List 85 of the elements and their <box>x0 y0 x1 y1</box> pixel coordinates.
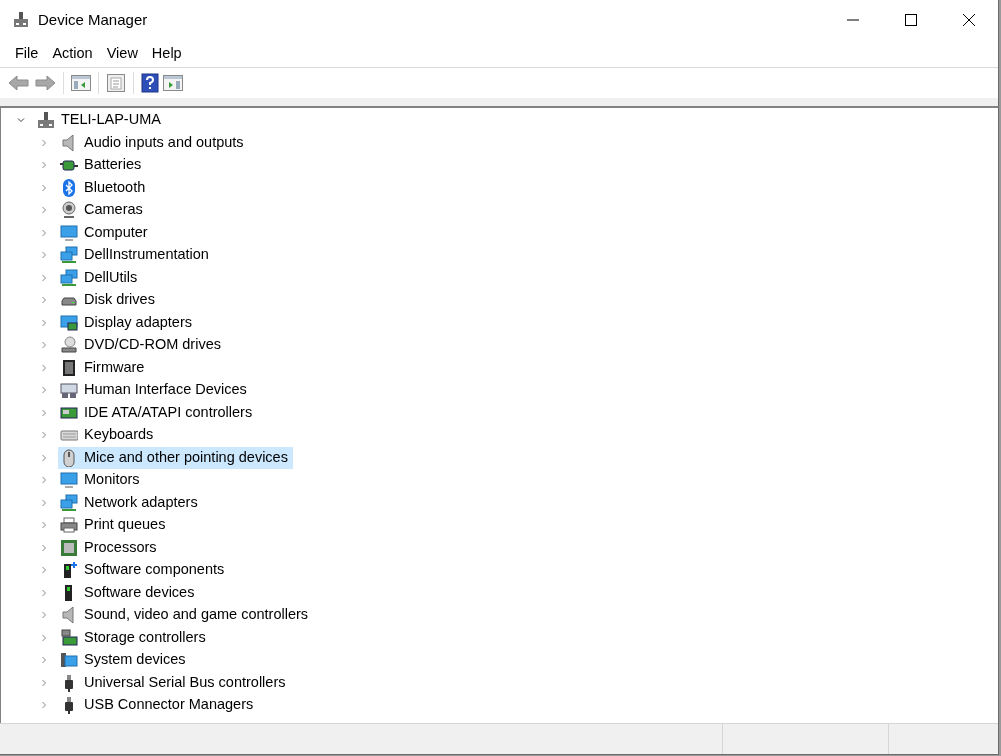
expand-chevron-icon[interactable] <box>40 386 48 395</box>
tree-item[interactable]: Print queues <box>58 514 171 537</box>
forward-arrow-icon[interactable] <box>34 74 56 92</box>
processor-icon <box>60 538 78 557</box>
tree-item[interactable]: IDE ATA/ATAPI controllers <box>58 401 258 424</box>
tree-item[interactable]: Software components <box>58 559 230 582</box>
tree-item[interactable]: TELI-LAP-UMA <box>35 109 166 132</box>
tree-item[interactable]: Keyboards <box>58 424 159 447</box>
bluetooth-icon <box>60 178 78 197</box>
monitor-icon <box>60 471 78 490</box>
expand-chevron-icon[interactable] <box>40 363 48 372</box>
expand-chevron-icon[interactable] <box>40 476 48 485</box>
tree-item[interactable]: USB Connector Managers <box>58 694 259 717</box>
menu-item[interactable]: Action <box>45 42 100 65</box>
network-icon <box>60 493 78 512</box>
expand-chevron-icon[interactable] <box>40 161 48 170</box>
tree-item[interactable]: Human Interface Devices <box>58 379 252 402</box>
help-icon[interactable] <box>141 73 159 93</box>
monitor-card-icon <box>60 313 78 332</box>
printer-icon <box>60 516 78 535</box>
expand-chevron-icon[interactable] <box>40 296 48 305</box>
tree-item[interactable]: Bluetooth <box>58 176 151 199</box>
expand-chevron-icon[interactable] <box>40 588 48 597</box>
tree-item[interactable]: Disk drives <box>58 289 160 312</box>
tree-item[interactable]: DellInstrumentation <box>58 244 214 267</box>
expand-chevron-icon[interactable] <box>40 273 48 282</box>
keyboard-mouse-icon <box>60 381 78 400</box>
expand-chevron-icon[interactable] <box>40 183 48 192</box>
mouse-icon <box>60 448 78 467</box>
expand-chevron-icon[interactable] <box>40 228 48 237</box>
collapse-chevron-icon[interactable] <box>17 116 25 125</box>
tree-item[interactable]: Monitors <box>58 469 145 492</box>
expand-chevron-icon[interactable] <box>40 498 48 507</box>
tree-item[interactable]: Audio inputs and outputs <box>58 131 249 154</box>
tree-item[interactable]: System devices <box>58 649 191 672</box>
computer-icon <box>37 111 55 130</box>
expand-chevron-icon[interactable] <box>40 251 48 260</box>
expand-chevron-icon[interactable] <box>40 431 48 440</box>
expand-chevron-icon[interactable] <box>40 453 48 462</box>
expand-chevron-icon[interactable] <box>40 138 48 147</box>
window-title: Device Manager <box>38 9 148 30</box>
tree-item[interactable]: Network adapters <box>58 491 203 514</box>
tree-item[interactable]: DVD/CD-ROM drives <box>58 334 226 357</box>
tree-item[interactable]: Storage controllers <box>58 626 211 649</box>
menu-item[interactable]: File <box>8 42 46 65</box>
expand-chevron-icon[interactable] <box>40 543 48 552</box>
expand-chevron-icon[interactable] <box>40 318 48 327</box>
back-arrow-icon[interactable] <box>8 74 30 92</box>
expand-chevron-icon[interactable] <box>40 656 48 665</box>
tree-item[interactable]: Display adapters <box>58 311 197 334</box>
webcam-icon <box>60 201 78 220</box>
expand-chevron-icon[interactable] <box>40 341 48 350</box>
menu-item[interactable]: Help <box>144 42 189 65</box>
monitor-icon <box>60 223 78 242</box>
console-tree-icon[interactable] <box>71 74 91 92</box>
disc-drive-icon <box>60 336 78 355</box>
tree-item[interactable]: Cameras <box>58 199 148 222</box>
tree-item[interactable]: Sound, video and game controllers <box>58 604 314 627</box>
menu-item[interactable]: View <box>99 42 145 65</box>
maximize-icon <box>905 14 917 26</box>
expand-chevron-icon[interactable] <box>40 566 48 575</box>
expand-chevron-icon[interactable] <box>40 633 48 642</box>
tree-item[interactable]: DellUtils <box>58 266 143 289</box>
tree-item[interactable]: Batteries <box>58 154 147 177</box>
expand-chevron-icon[interactable] <box>40 678 48 687</box>
expand-chevron-icon[interactable] <box>40 611 48 620</box>
network-icon <box>60 246 78 265</box>
chip-icon <box>60 358 78 377</box>
network-icon <box>60 268 78 287</box>
app-icon <box>13 11 29 29</box>
tree-item[interactable]: Mice and other pointing devices <box>58 446 293 469</box>
tree-item[interactable]: Processors <box>58 536 162 559</box>
tree-item[interactable]: Universal Serial Bus controllers <box>58 671 291 694</box>
close-icon <box>963 14 975 26</box>
tree-item[interactable]: Software devices <box>58 581 200 604</box>
tree-item[interactable]: Computer <box>58 221 153 244</box>
expand-chevron-icon[interactable] <box>40 701 48 710</box>
expand-chevron-icon[interactable] <box>40 521 48 530</box>
tree-item[interactable]: Firmware <box>58 356 150 379</box>
expand-chevron-icon[interactable] <box>40 206 48 215</box>
system-folder-icon <box>60 651 78 670</box>
properties-icon[interactable] <box>106 73 126 93</box>
minimize-icon <box>847 19 859 21</box>
storage-board-icon <box>60 628 78 647</box>
expand-chevron-icon[interactable] <box>40 408 48 417</box>
